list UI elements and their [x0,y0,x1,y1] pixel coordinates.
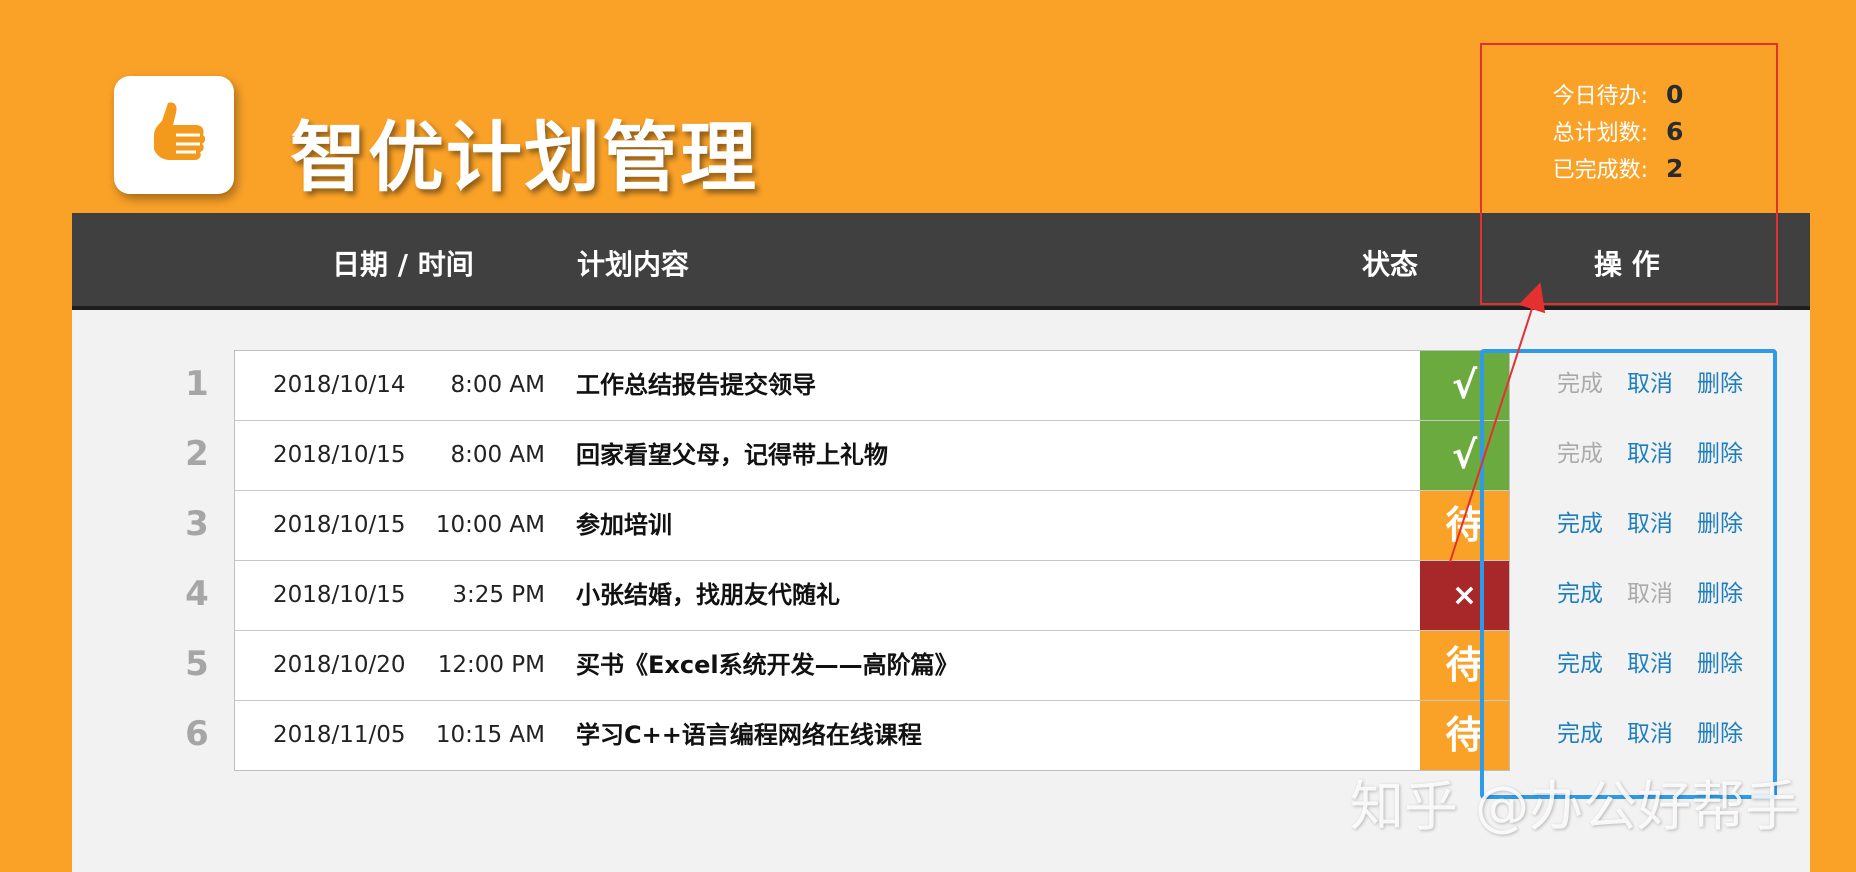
row-content: 参加培训 [576,511,672,539]
table-row: 2018/10/15 3:25 PM 小张结婚，找朋友代随礼 × [235,561,1509,631]
header-status: 状态 [1362,248,1419,281]
row-date: 2018/10/14 [273,372,406,398]
row-time: 3:25 PM [452,582,545,608]
row-time: 8:00 AM [450,442,545,468]
row-time: 10:15 AM [435,722,545,748]
row-number: 6 [185,714,209,754]
app-title: 智优计划管理 [290,113,758,202]
row-time: 10:00 AM [435,512,545,538]
row-number: 3 [185,504,209,544]
row-content: 学习C++语言编程网络在线课程 [576,721,922,749]
header-datetime: 日期 / 时间 [332,248,474,281]
row-number: 5 [185,644,209,684]
row-number: 4 [185,574,209,614]
row-date: 2018/10/20 [273,652,406,678]
header-content: 计划内容 [577,248,690,281]
table-row: 2018/10/14 8:00 AM 工作总结报告提交领导 √ [235,351,1509,421]
table-row: 2018/10/20 12:00 PM 买书《Excel系统开发——高阶篇》待 [235,631,1509,701]
row-time: 8:00 AM [450,372,545,398]
row-time: 12:00 PM [437,652,545,678]
thumbs-up-icon [154,102,206,160]
row-date: 2018/10/15 [273,582,406,608]
row-content: 回家看望父母，记得带上礼物 [576,441,888,469]
row-content: 小张结婚，找朋友代随礼 [576,581,840,609]
app-window: 智优计划管理 今日待办: 0 总计划数: 6 已完成数: 2 日期 / 时间 计… [0,0,1856,872]
row-number: 1 [185,364,209,404]
row-number: 2 [185,434,209,474]
table-row: 2018/10/15 8:00 AM 回家看望父母，记得带上礼物 √ [235,421,1509,491]
plan-table: 2018/10/14 8:00 AM 工作总结报告提交领导 √ 2018/10/15 8:… [234,350,1510,771]
row-content: 买书《Excel系统开发——高阶篇》 [576,651,959,679]
row-date: 2018/10/15 [273,512,406,538]
table-row: 2018/11/05 10:15 AM 学习C++语言编程网络在线课程待 [235,701,1509,770]
table-row: 2018/10/15 10:00 AM 参加培训待 [235,491,1509,561]
row-date: 2018/11/05 [273,722,406,748]
stats-highlight-box [1480,43,1778,305]
watermark: 知乎 @办公好帮手 [1350,775,1800,838]
actions-highlight-box [1480,349,1777,799]
row-date: 2018/10/15 [273,442,406,468]
app-logo [114,76,234,194]
row-content: 工作总结报告提交领导 [576,371,816,399]
